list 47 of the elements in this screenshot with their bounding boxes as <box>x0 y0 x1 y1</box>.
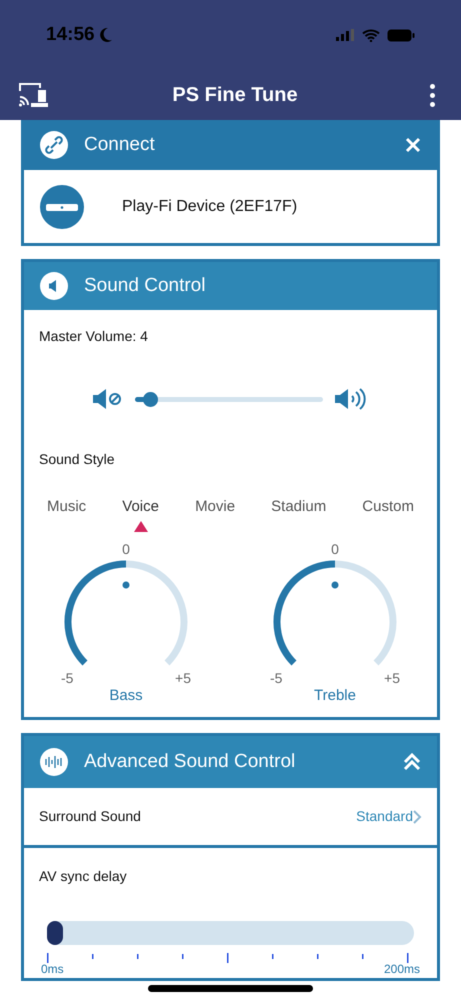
moon-icon <box>98 27 113 43</box>
chevron-right-icon <box>413 810 422 824</box>
collapse-button[interactable] <box>403 753 421 771</box>
sound-style-option[interactable]: Custom <box>362 496 414 518</box>
surround-label: Surround Sound <box>39 807 141 826</box>
signal-icon <box>336 29 355 41</box>
surround-row[interactable]: Surround Sound Standard <box>24 788 437 845</box>
av-sync-slider[interactable] <box>47 921 414 945</box>
dial-value: 0 <box>331 540 339 558</box>
av-sync-max: 200ms <box>384 962 420 976</box>
double-chevron-up-icon <box>403 753 421 771</box>
dial-min: -5 <box>270 668 282 688</box>
dial-value: 0 <box>122 540 130 558</box>
sound-style-option[interactable]: Music <box>47 496 86 518</box>
dial-max: +5 <box>384 668 400 688</box>
selected-marker-icon <box>134 521 148 532</box>
volume-up-icon <box>334 387 368 411</box>
master-volume-label: Master Volume: 4 <box>39 327 149 346</box>
sound-style-option[interactable]: Stadium <box>271 496 326 518</box>
dial-label: Bass <box>109 686 143 706</box>
app-title: PS Fine Tune <box>172 83 298 108</box>
sound-style-option[interactable]: Voice <box>122 496 159 518</box>
device-name: Play-Fi Device (2EF17F) <box>122 196 298 216</box>
dial-max: +5 <box>175 668 191 688</box>
waveform-icon <box>40 748 68 776</box>
volume-slider[interactable] <box>134 391 322 407</box>
speaker-icon <box>40 272 68 300</box>
cast-button[interactable] <box>18 82 48 108</box>
card-title: Connect <box>84 132 156 157</box>
card-title: Sound Control <box>84 274 206 298</box>
mute-icon <box>92 388 122 410</box>
av-sync-label: AV sync delay <box>39 867 128 886</box>
link-icon <box>40 131 68 159</box>
sound-style-label: Sound Style <box>39 450 116 469</box>
cast-device-icon <box>18 82 48 108</box>
surround-value: Standard <box>356 807 413 826</box>
dial-min: -5 <box>61 668 74 688</box>
card-title: Advanced Sound Control <box>84 750 296 774</box>
dial-label: Treble <box>314 686 356 706</box>
sound-style-option[interactable]: Movie <box>195 496 236 518</box>
battery-icon <box>387 28 415 42</box>
wifi-icon <box>362 28 380 42</box>
av-sync-min: 0ms <box>41 962 64 976</box>
close-button[interactable] <box>405 137 421 153</box>
soundbar-device-icon <box>40 184 84 228</box>
status-time: 14:56 <box>46 22 95 47</box>
close-icon <box>405 137 421 153</box>
